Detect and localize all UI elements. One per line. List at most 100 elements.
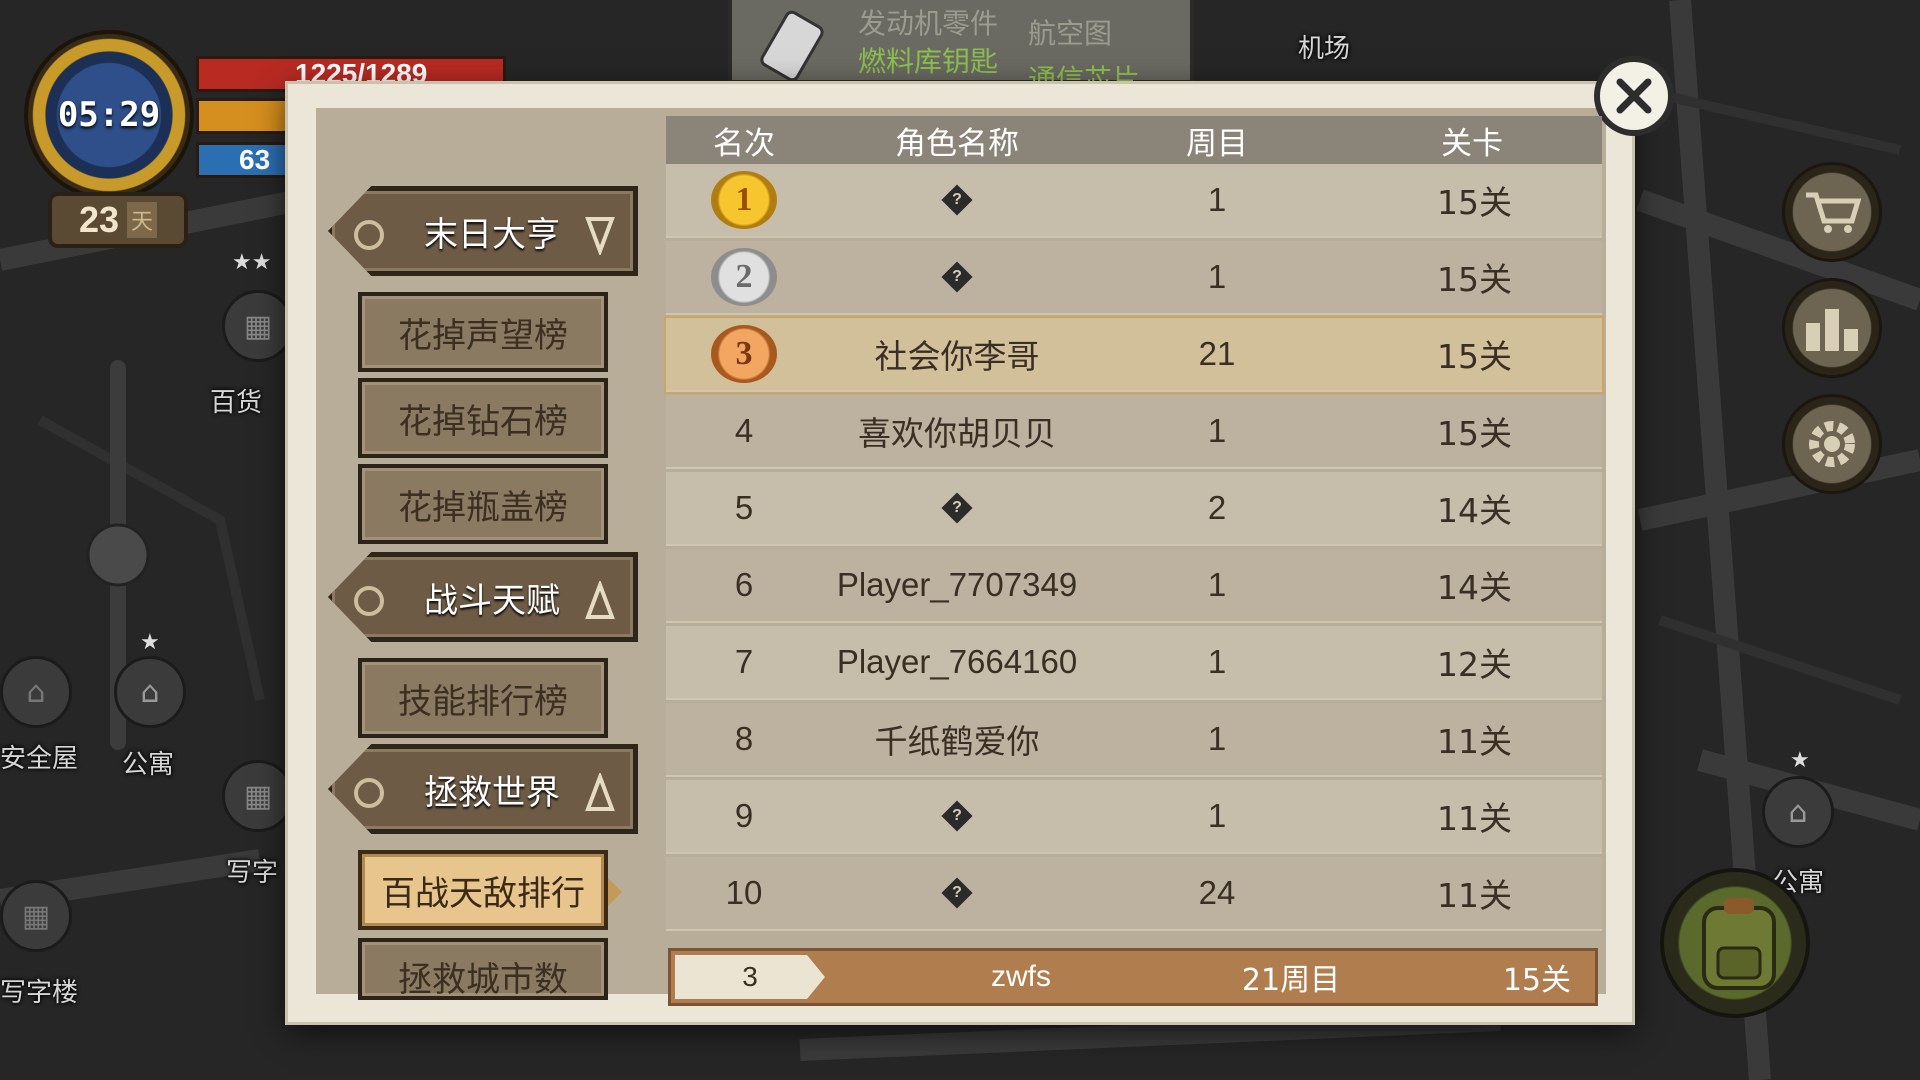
level-cell: 15关 — [1437, 260, 1512, 299]
sub-skill-ranking[interactable]: 技能排行榜 — [358, 658, 608, 738]
map-label-department-store: 百货 — [210, 388, 263, 418]
table-row: 2? 1 15关 — [666, 241, 1602, 315]
map-label-airport: 机场 — [1298, 34, 1351, 64]
my-name: zwfs — [991, 960, 1051, 993]
my-round: 21周目 — [1241, 963, 1341, 998]
map-pin-office[interactable]: ▦ — [222, 760, 294, 832]
level-cell: 15关 — [1437, 337, 1512, 376]
sub-cities-saved[interactable]: 拯救城市数 — [358, 938, 608, 1000]
table-row: 4 喜欢你胡贝贝 1 15关 — [666, 395, 1602, 469]
star-icon: ★ — [140, 630, 160, 655]
rank-cell: 4 — [734, 412, 754, 449]
player-name: ? — [822, 797, 1092, 835]
close-icon — [1616, 78, 1652, 114]
rank-cell: 6 — [734, 566, 754, 603]
table-row: 3 社会你李哥 21 15关 — [664, 316, 1604, 394]
my-level: 15关 — [1502, 963, 1571, 998]
table-row: 6 Player_7707349 1 14关 — [666, 549, 1602, 623]
sub-reputation-spent[interactable]: 花掉声望榜 — [358, 292, 608, 372]
star-icon: ★ — [1790, 748, 1810, 773]
day-unit: 天 — [127, 202, 158, 238]
round-cell: 1 — [1207, 412, 1227, 449]
level-cell: 11关 — [1437, 876, 1512, 915]
table-row: 9? 1 11关 — [666, 780, 1602, 854]
round-cell: 1 — [1207, 181, 1227, 218]
sub-caps-spent[interactable]: 花掉瓶盖榜 — [358, 464, 608, 544]
rank-cell: 7 — [734, 643, 754, 680]
building-icon: ▦ — [243, 778, 273, 814]
table-row: 1? 1 15关 — [666, 164, 1602, 238]
building-icon: ▦ — [243, 308, 273, 344]
radio-icon — [354, 220, 384, 250]
sub-nemesis-ranking[interactable]: 百战天敌排行 — [358, 850, 622, 930]
bronze-medal-icon: 3 — [711, 325, 777, 383]
map-pin-apartment-right[interactable]: ⌂ — [1762, 776, 1834, 848]
round-cell: 21 — [1198, 335, 1236, 372]
level-cell: 11关 — [1437, 799, 1512, 838]
backpack-button[interactable] — [1660, 868, 1810, 1018]
category-label: 末日大亨 — [424, 214, 560, 255]
hidden-glyph: ? — [952, 268, 962, 285]
rank-cell: 5 — [734, 489, 754, 526]
player-name: ? — [822, 489, 1092, 527]
day-counter: 23 天 — [48, 192, 188, 248]
table-row: 7 Player_7664160 1 12关 — [666, 626, 1602, 700]
category-tycoon[interactable]: 末日大亨 — [328, 186, 638, 276]
category-label: 战斗天赋 — [424, 580, 560, 621]
rank-cell: 9 — [734, 797, 754, 834]
table-row: 5? 2 14关 — [666, 472, 1602, 546]
house-icon: ⌂ — [140, 674, 160, 710]
round-cell: 1 — [1207, 643, 1227, 680]
hidden-glyph: ? — [952, 499, 962, 516]
level-cell: 14关 — [1437, 568, 1512, 607]
round-cell: 1 — [1207, 566, 1227, 603]
hidden-name-icon: ? — [941, 877, 973, 909]
player-name: 社会你李哥 — [874, 338, 1040, 375]
header-rank: 名次 — [713, 125, 775, 162]
map-pin-safehouse[interactable]: ⌂ — [0, 656, 72, 728]
hidden-glyph: ? — [952, 884, 962, 901]
backpack-icon — [1702, 898, 1776, 990]
round-cell: 2 — [1207, 489, 1227, 526]
hidden-glyph: ? — [952, 807, 962, 824]
map-label-apartment: 公寓 — [122, 750, 175, 780]
house-icon: ⌂ — [1788, 794, 1808, 830]
map-label-office: 写字 — [226, 858, 279, 888]
day-number: 23 — [78, 199, 120, 240]
player-name: 喜欢你胡贝贝 — [858, 415, 1056, 452]
header-round: 周目 — [1186, 125, 1248, 162]
level-cell: 15关 — [1437, 183, 1512, 222]
radio-icon — [354, 778, 384, 808]
category-label: 拯救世界 — [424, 772, 560, 813]
player-name: 千纸鹤爱你 — [874, 723, 1040, 760]
map-pin-apartment[interactable]: ⌂ — [114, 656, 186, 728]
category-save-world[interactable]: 拯救世界 — [328, 744, 638, 834]
sub-diamonds-spent[interactable]: 花掉钻石榜 — [358, 378, 608, 458]
item-aviation-map: 航空图 — [1028, 17, 1113, 50]
shop-button[interactable] — [1782, 162, 1882, 262]
map-pin-department-store[interactable]: ▦ — [222, 290, 294, 362]
silver-medal-icon: 2 — [711, 248, 777, 306]
triangle-down-icon — [585, 217, 615, 255]
radio-icon — [354, 586, 384, 616]
round-cell: 1 — [1207, 797, 1227, 834]
round-cell: 1 — [1207, 720, 1227, 757]
category-combat-talent[interactable]: 战斗天赋 — [328, 552, 638, 642]
ranking-button[interactable] — [1782, 278, 1882, 378]
star-icon: ★★ — [232, 250, 272, 275]
close-button[interactable] — [1594, 56, 1674, 136]
player-name: ? — [822, 874, 1092, 912]
level-cell: 15关 — [1437, 414, 1512, 453]
rank-cell: 2 — [666, 248, 822, 306]
settings-button[interactable] — [1782, 394, 1882, 494]
hidden-name-icon: ? — [941, 184, 973, 216]
map-pin-office-building[interactable]: ▦ — [0, 880, 72, 952]
item-fuel-key: 燃料库钥匙 — [858, 45, 999, 78]
my-rank-bar: 3 zwfs 21周目 15关 — [668, 948, 1598, 1006]
hidden-name-icon: ? — [941, 800, 973, 832]
round-cell: 1 — [1207, 258, 1227, 295]
table-row: 10? 24 11关 — [666, 857, 1602, 931]
building-icon: ▦ — [21, 898, 51, 934]
player-name: ? — [822, 258, 1092, 296]
rank-cell: 3 — [666, 325, 822, 383]
